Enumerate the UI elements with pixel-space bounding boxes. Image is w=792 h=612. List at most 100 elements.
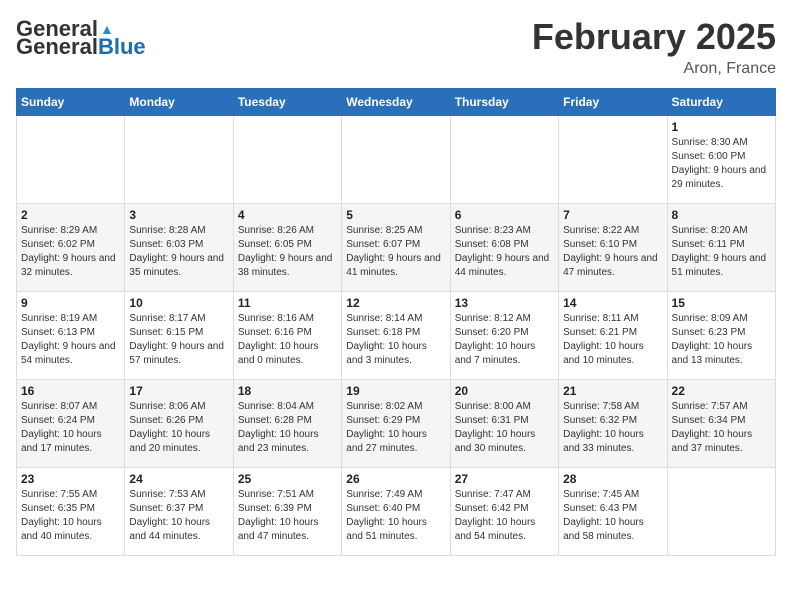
- day-number: 4: [238, 208, 337, 222]
- day-number: 25: [238, 472, 337, 486]
- day-number: 26: [346, 472, 445, 486]
- day-number: 27: [455, 472, 554, 486]
- calendar-cell: 5 Sunrise: 8:25 AM Sunset: 6:07 PM Daylig…: [342, 204, 450, 292]
- day-number: 22: [672, 384, 771, 398]
- day-number: 5: [346, 208, 445, 222]
- calendar-week-row: 1 Sunrise: 8:30 AM Sunset: 6:00 PM Daylig…: [17, 116, 776, 204]
- day-number: 20: [455, 384, 554, 398]
- day-number: 2: [21, 208, 120, 222]
- location: Aron, France: [532, 60, 776, 78]
- day-info: Sunrise: 8:12 AM Sunset: 6:20 PM Dayligh…: [455, 312, 554, 368]
- calendar-cell: 3Sunrise: 8:28 AM Sunset: 6:03 PM Daylig…: [125, 204, 233, 292]
- day-number: 18: [238, 384, 337, 398]
- day-info: Sunrise: 8:07 AM Sunset: 6:24 PM Dayligh…: [21, 400, 120, 456]
- day-info: Sunrise: 7:47 AM Sunset: 6:42 PM Dayligh…: [455, 488, 554, 544]
- calendar-cell: [125, 116, 233, 204]
- day-number: 24: [129, 472, 228, 486]
- calendar-cell: 6 Sunrise: 8:23 AM Sunset: 6:08 PM Daylig…: [450, 204, 558, 292]
- calendar-table: SundayMondayTuesdayWednesdayThursdayFrid…: [16, 88, 776, 556]
- day-info: Sunrise: 8:23 AM Sunset: 6:08 PM Dayligh…: [455, 224, 554, 280]
- day-info: Sunrise: 8:19 AM Sunset: 6:13 PM Dayligh…: [21, 312, 120, 368]
- month-title: February 2025: [532, 16, 776, 58]
- calendar-cell: 28 Sunrise: 7:45 AM Sunset: 6:43 PM Dayli…: [559, 468, 667, 556]
- logo: General ▲ GeneralBlue: [16, 16, 146, 60]
- day-number: 1: [672, 120, 771, 134]
- day-number: 17: [129, 384, 228, 398]
- day-info: Sunrise: 8:22 AM Sunset: 6:10 PM Dayligh…: [563, 224, 662, 280]
- page-header: General ▲ GeneralBlue February 2025 Aron…: [16, 16, 776, 78]
- calendar-header-sunday: Sunday: [17, 89, 125, 116]
- day-info: Sunrise: 8:17 AM Sunset: 6:15 PM Dayligh…: [129, 312, 228, 368]
- calendar-week-row: 9 Sunrise: 8:19 AM Sunset: 6:13 PM Daylig…: [17, 292, 776, 380]
- calendar-cell: 27 Sunrise: 7:47 AM Sunset: 6:42 PM Dayli…: [450, 468, 558, 556]
- calendar-cell: [17, 116, 125, 204]
- day-number: 9: [21, 296, 120, 310]
- calendar-cell: 25 Sunrise: 7:51 AM Sunset: 6:39 PM Dayli…: [233, 468, 341, 556]
- calendar-cell: [233, 116, 341, 204]
- day-number: 3: [129, 208, 228, 222]
- calendar-cell: [342, 116, 450, 204]
- day-info: Sunrise: 8:25 AM Sunset: 6:07 PM Dayligh…: [346, 224, 445, 280]
- calendar-cell: 4 Sunrise: 8:26 AM Sunset: 6:05 PM Daylig…: [233, 204, 341, 292]
- day-info: Sunrise: 7:51 AM Sunset: 6:39 PM Dayligh…: [238, 488, 337, 544]
- day-info: Sunrise: 7:58 AM Sunset: 6:32 PM Dayligh…: [563, 400, 662, 456]
- calendar-cell: 12 Sunrise: 8:14 AM Sunset: 6:18 PM Dayli…: [342, 292, 450, 380]
- calendar-cell: 19Sunrise: 8:02 AM Sunset: 6:29 PM Dayli…: [342, 380, 450, 468]
- calendar-header-friday: Friday: [559, 89, 667, 116]
- day-info: Sunrise: 8:14 AM Sunset: 6:18 PM Dayligh…: [346, 312, 445, 368]
- calendar-header-thursday: Thursday: [450, 89, 558, 116]
- calendar-cell: 18 Sunrise: 8:04 AM Sunset: 6:28 PM Dayli…: [233, 380, 341, 468]
- calendar-cell: [450, 116, 558, 204]
- day-number: 15: [672, 296, 771, 310]
- day-info: Sunrise: 8:26 AM Sunset: 6:05 PM Dayligh…: [238, 224, 337, 280]
- day-info: Sunrise: 7:49 AM Sunset: 6:40 PM Dayligh…: [346, 488, 445, 544]
- calendar-cell: 13Sunrise: 8:12 AM Sunset: 6:20 PM Dayli…: [450, 292, 558, 380]
- calendar-cell: 14Sunrise: 8:11 AM Sunset: 6:21 PM Dayli…: [559, 292, 667, 380]
- day-info: Sunrise: 8:06 AM Sunset: 6:26 PM Dayligh…: [129, 400, 228, 456]
- calendar-cell: 22 Sunrise: 7:57 AM Sunset: 6:34 PM Dayli…: [667, 380, 775, 468]
- title-section: February 2025 Aron, France: [532, 16, 776, 78]
- calendar-cell: 17 Sunrise: 8:06 AM Sunset: 6:26 PM Dayli…: [125, 380, 233, 468]
- calendar-cell: 11 Sunrise: 8:16 AM Sunset: 6:16 PM Dayli…: [233, 292, 341, 380]
- day-number: 16: [21, 384, 120, 398]
- calendar-cell: 21 Sunrise: 7:58 AM Sunset: 6:32 PM Dayli…: [559, 380, 667, 468]
- day-number: 23: [21, 472, 120, 486]
- day-number: 21: [563, 384, 662, 398]
- day-number: 11: [238, 296, 337, 310]
- calendar-header-row: SundayMondayTuesdayWednesdayThursdayFrid…: [17, 89, 776, 116]
- calendar-header-wednesday: Wednesday: [342, 89, 450, 116]
- calendar-cell: 16 Sunrise: 8:07 AM Sunset: 6:24 PM Dayli…: [17, 380, 125, 468]
- day-info: Sunrise: 8:20 AM Sunset: 6:11 PM Dayligh…: [672, 224, 771, 280]
- day-info: Sunrise: 8:09 AM Sunset: 6:23 PM Dayligh…: [672, 312, 771, 368]
- day-info: Sunrise: 7:57 AM Sunset: 6:34 PM Dayligh…: [672, 400, 771, 456]
- day-info: Sunrise: 8:11 AM Sunset: 6:21 PM Dayligh…: [563, 312, 662, 368]
- day-info: Sunrise: 8:29 AM Sunset: 6:02 PM Dayligh…: [21, 224, 120, 280]
- calendar-cell: 24 Sunrise: 7:53 AM Sunset: 6:37 PM Dayli…: [125, 468, 233, 556]
- day-info: Sunrise: 8:30 AM Sunset: 6:00 PM Dayligh…: [672, 136, 771, 192]
- day-number: 12: [346, 296, 445, 310]
- logo-blue-text: Blue: [98, 34, 146, 59]
- day-number: 7: [563, 208, 662, 222]
- calendar-header-tuesday: Tuesday: [233, 89, 341, 116]
- calendar-cell: 10Sunrise: 8:17 AM Sunset: 6:15 PM Dayli…: [125, 292, 233, 380]
- day-info: Sunrise: 7:55 AM Sunset: 6:35 PM Dayligh…: [21, 488, 120, 544]
- calendar-header-saturday: Saturday: [667, 89, 775, 116]
- day-number: 28: [563, 472, 662, 486]
- calendar-cell: 7 Sunrise: 8:22 AM Sunset: 6:10 PM Daylig…: [559, 204, 667, 292]
- calendar-cell: 9 Sunrise: 8:19 AM Sunset: 6:13 PM Daylig…: [17, 292, 125, 380]
- calendar-week-row: 2 Sunrise: 8:29 AM Sunset: 6:02 PM Daylig…: [17, 204, 776, 292]
- calendar-cell: 8 Sunrise: 8:20 AM Sunset: 6:11 PM Daylig…: [667, 204, 775, 292]
- calendar-header-monday: Monday: [125, 89, 233, 116]
- day-number: 6: [455, 208, 554, 222]
- day-info: Sunrise: 7:45 AM Sunset: 6:43 PM Dayligh…: [563, 488, 662, 544]
- logo-general-bottom: General: [16, 34, 98, 59]
- day-number: 19: [346, 384, 445, 398]
- calendar-cell: [559, 116, 667, 204]
- day-info: Sunrise: 8:16 AM Sunset: 6:16 PM Dayligh…: [238, 312, 337, 368]
- day-info: Sunrise: 8:04 AM Sunset: 6:28 PM Dayligh…: [238, 400, 337, 456]
- day-info: Sunrise: 7:53 AM Sunset: 6:37 PM Dayligh…: [129, 488, 228, 544]
- calendar-cell: 2 Sunrise: 8:29 AM Sunset: 6:02 PM Daylig…: [17, 204, 125, 292]
- day-number: 8: [672, 208, 771, 222]
- calendar-week-row: 23 Sunrise: 7:55 AM Sunset: 6:35 PM Dayli…: [17, 468, 776, 556]
- calendar-cell: 1 Sunrise: 8:30 AM Sunset: 6:00 PM Daylig…: [667, 116, 775, 204]
